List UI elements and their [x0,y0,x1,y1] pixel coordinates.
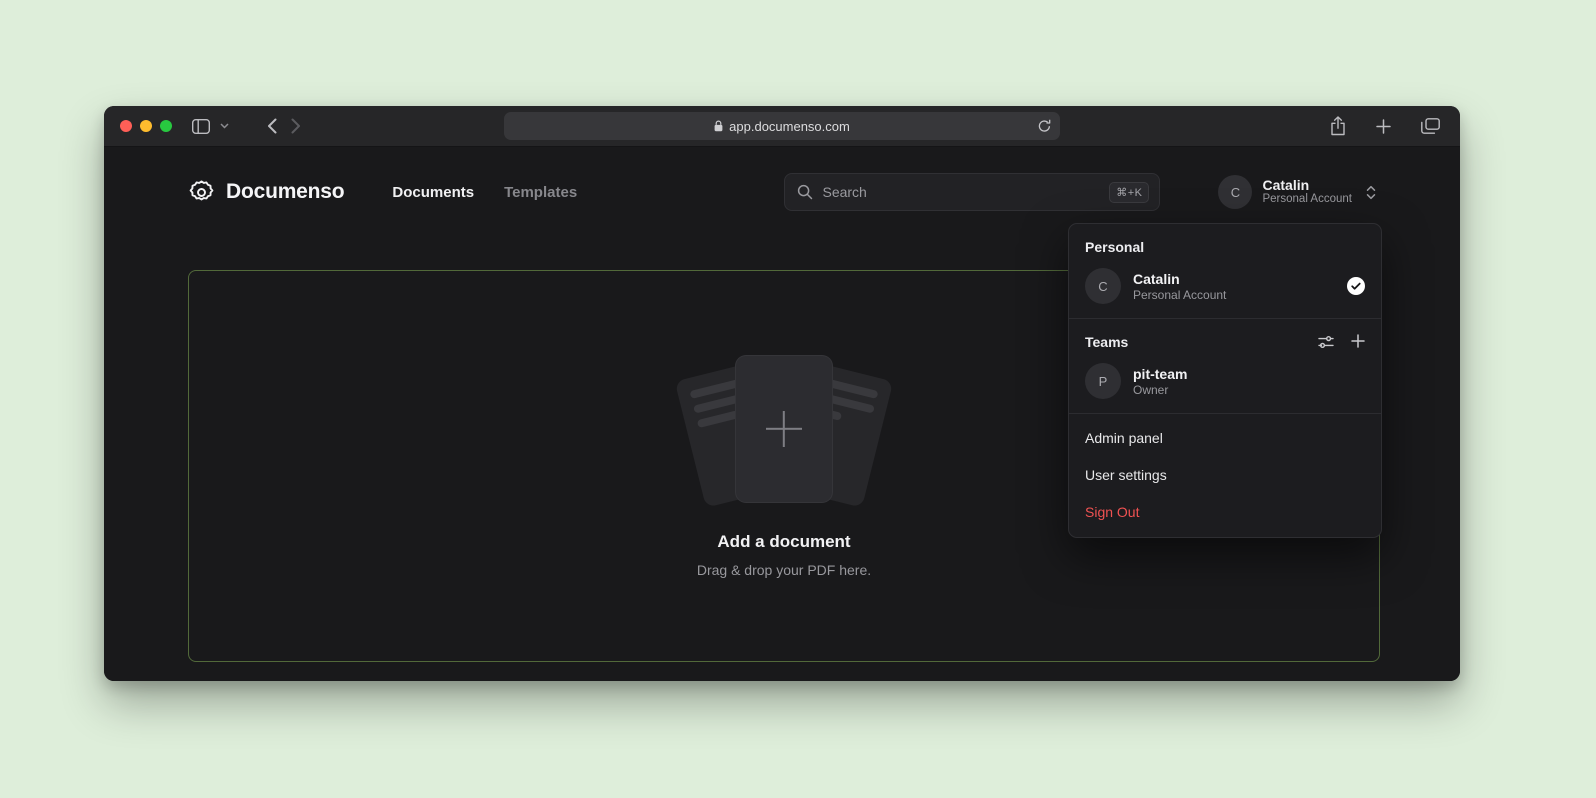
sliders-icon [1318,334,1334,350]
new-tab-button[interactable] [1372,115,1395,138]
tab-overview-button[interactable] [1417,114,1444,138]
brand-name: Documenso [226,180,344,204]
documenso-logo-icon [188,179,215,206]
traffic-lights [120,120,172,132]
sidebar-icon [192,119,210,134]
team-item[interactable]: P pit-team Owner [1069,359,1381,411]
menu-divider [1069,318,1381,319]
nav-templates[interactable]: Templates [504,184,577,201]
dropzone-subtitle: Drag & drop your PDF here. [697,562,871,578]
document-cards-illustration [677,354,891,506]
share-icon [1330,116,1346,136]
address-bar[interactable]: app.documenso.com [504,112,1060,140]
forward-button[interactable] [287,114,305,138]
team-name: pit-team [1133,367,1187,381]
menu-item-sign-out[interactable]: Sign Out [1069,494,1381,531]
user-name: Catalin [1262,178,1352,192]
team-role: Owner [1133,384,1187,396]
url-text: app.documenso.com [729,119,850,134]
selected-check-icon [1347,277,1365,295]
reload-button[interactable] [1038,119,1051,133]
personal-account-name: Catalin [1133,272,1226,286]
personal-account-item[interactable]: C Catalin Personal Account [1069,264,1381,316]
minimize-window-button[interactable] [140,120,152,132]
personal-account-subtitle: Personal Account [1133,289,1226,301]
main-nav: Documents Templates [392,184,577,201]
user-account-type: Personal Account [1262,194,1352,206]
plus-icon [1376,119,1391,134]
documenso-page: Documenso Documents Templates Search ⌘+K… [104,147,1460,681]
search-icon [797,184,813,200]
create-team-button[interactable] [1351,334,1365,350]
reload-icon [1038,119,1051,133]
search-input[interactable]: Search ⌘+K [784,173,1160,211]
tabs-icon [1421,118,1440,134]
brand[interactable]: Documenso [188,179,344,206]
back-arrow-icon [267,118,277,134]
close-window-button[interactable] [120,120,132,132]
search-shortcut-badge: ⌘+K [1109,182,1149,203]
personal-account-avatar: C [1085,268,1121,304]
team-avatar: P [1085,363,1121,399]
back-button[interactable] [263,114,281,138]
nav-documents[interactable]: Documents [392,184,474,201]
browser-window: app.documenso.com Documenso [104,106,1460,681]
forward-arrow-icon [291,118,301,134]
share-button[interactable] [1326,112,1350,140]
menu-item-user-settings[interactable]: User settings [1069,457,1381,494]
teams-section-header: Teams [1069,325,1381,359]
chevron-down-icon [220,123,229,129]
manage-teams-button[interactable] [1318,334,1334,350]
menu-divider [1069,413,1381,414]
search-placeholder: Search [822,184,866,200]
tab-overview-chevron-button[interactable] [220,119,233,133]
personal-section-label: Personal [1069,228,1381,264]
teams-section-label: Teams [1085,334,1128,350]
user-avatar: C [1218,175,1252,209]
browser-titlebar: app.documenso.com [104,106,1460,147]
document-card-center [736,356,832,502]
dropzone-title: Add a document [717,532,850,552]
zoom-window-button[interactable] [160,120,172,132]
user-dropdown-menu: Personal C Catalin Personal Account Team… [1068,223,1382,538]
user-menu-button[interactable]: C Catalin Personal Account [1218,175,1376,209]
lock-icon [714,120,723,132]
chevron-up-down-icon [1366,185,1376,200]
sidebar-toggle-button[interactable] [188,115,214,138]
menu-item-admin-panel[interactable]: Admin panel [1069,420,1381,457]
plus-icon [1351,334,1365,348]
